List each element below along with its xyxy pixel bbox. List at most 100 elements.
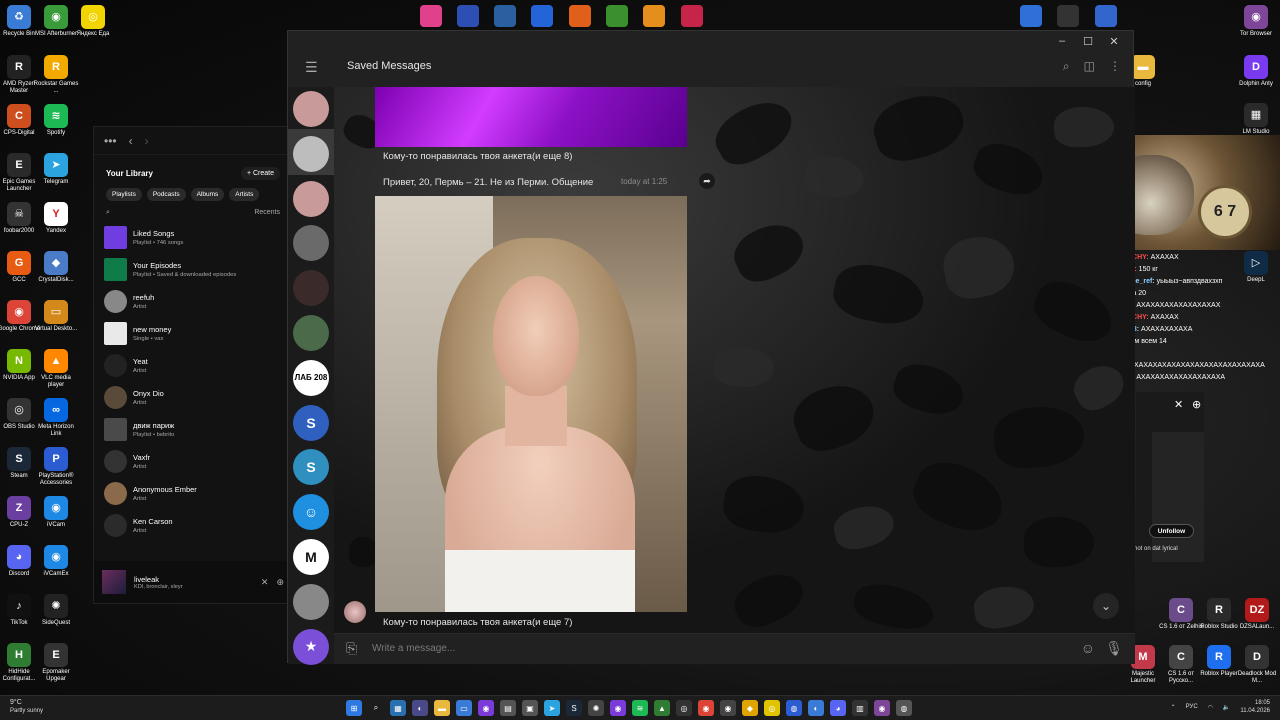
list-item[interactable]: new money Single • vax (104, 317, 282, 349)
top-right-app-icon-2[interactable] (1057, 5, 1079, 27)
taskbar-app-21-icon[interactable]: ◍ (786, 700, 802, 716)
avatar-chat-2[interactable] (293, 135, 329, 172)
taskbar-app-13-icon[interactable]: ◉ (610, 700, 626, 716)
overlay-add-icon[interactable]: ⊕ (1192, 398, 1201, 411)
attach-icon[interactable]: ⎘ (346, 640, 357, 657)
top-app-icon-8[interactable] (681, 5, 703, 27)
windows-start-icon[interactable]: ⊞ (346, 700, 362, 716)
taskbar-app-15-icon[interactable]: ▲ (654, 700, 670, 716)
chrome-taskbar-icon[interactable]: ◉ (698, 700, 714, 716)
list-item[interactable]: Yeat Artist (104, 349, 282, 381)
avatar-chat-4[interactable] (293, 225, 329, 262)
search-icon[interactable]: ⌕ (368, 700, 384, 716)
add-icon[interactable]: ⊕ (276, 577, 284, 588)
close-icon[interactable]: ✕ (261, 577, 269, 588)
taskbar-clock[interactable]: 18:05 11.04.2026 (1240, 699, 1270, 715)
sidequest-shortcut[interactable]: ✺ SideQuest (33, 594, 79, 627)
list-item[interactable]: reefuh Artist (104, 285, 282, 317)
avatar-chat-3[interactable] (293, 180, 329, 217)
deadlock-mod-shortcut[interactable]: D Deadlock Mod M... (1234, 645, 1280, 685)
taskbar-app-6-icon[interactable]: ▭ (456, 700, 472, 716)
spotify-shortcut[interactable]: ≋ Spotify (33, 104, 79, 137)
tor-browser-shortcut[interactable]: ◉ Tor Browser (1233, 5, 1279, 38)
language-indicator[interactable]: РУС (1186, 704, 1198, 710)
emoji-icon[interactable]: ☺ (1081, 640, 1095, 656)
top-right-app-icon-3[interactable] (1095, 5, 1117, 27)
filter-chip-albums[interactable]: Albums (190, 188, 225, 201)
steam-taskbar-icon[interactable]: S (566, 700, 582, 716)
crystaldisk-shortcut[interactable]: ◆ CrystalDisk... (33, 251, 79, 284)
rockstar-games-shortcut[interactable]: R Rockstar Games ... (33, 55, 79, 95)
top-app-icon-6[interactable] (606, 5, 628, 27)
discord-taskbar-icon[interactable]: ◕ (830, 700, 846, 716)
create-button[interactable]: + Create (240, 167, 280, 180)
avatar-chat-5[interactable] (293, 270, 329, 307)
taskbar-app-20-icon[interactable]: ◎ (764, 700, 780, 716)
close-window-icon[interactable]: ✕ (1101, 33, 1127, 49)
wifi-icon[interactable]: ◠ (1208, 704, 1213, 711)
taskbar-app-22-icon[interactable]: ◐ (808, 700, 824, 716)
top-app-icon-3[interactable] (494, 5, 516, 27)
overlay-close-icon[interactable]: ✕ (1174, 398, 1183, 411)
list-item[interactable]: Onyx Dio Artist (104, 381, 282, 413)
taskbar-app-7-icon[interactable]: ◉ (478, 700, 494, 716)
vlc-shortcut[interactable]: ▲ VLC media player (33, 349, 79, 389)
library-search-icon[interactable]: ⌕ (106, 209, 110, 217)
telegram-shortcut[interactable]: ➤ Telegram (33, 153, 79, 186)
list-item[interactable]: движ париж Playlist • bebrito (104, 413, 282, 445)
top-right-app-icon-1[interactable] (1020, 5, 1042, 27)
sender-avatar[interactable] (344, 601, 366, 623)
back-arrow-icon[interactable]: ‹ (129, 134, 133, 148)
filter-chip-artists[interactable]: Artists (229, 188, 260, 201)
file-explorer-icon[interactable]: ▬ (434, 700, 450, 716)
taskbar-app-8-icon[interactable]: ▤ (500, 700, 516, 716)
message-photo[interactable] (375, 196, 687, 612)
microphone-icon[interactable]: 🎙 (1105, 640, 1123, 657)
top-app-icon-5[interactable] (569, 5, 591, 27)
sort-recents[interactable]: Recents (254, 209, 280, 217)
list-item[interactable]: Anonymous Ember Artist (104, 477, 282, 509)
avatar-chat-11[interactable] (293, 583, 329, 620)
hamburger-menu-icon[interactable]: ☰ (305, 59, 318, 76)
top-app-icon-4[interactable] (531, 5, 553, 27)
epomaker-shortcut[interactable]: E Epomaker Upgear (33, 643, 79, 683)
top-app-icon-7[interactable] (643, 5, 665, 27)
widgets-icon[interactable]: ▦ (390, 700, 406, 716)
more-vertical-icon[interactable]: ⋮ (1109, 59, 1121, 74)
top-app-icon-2[interactable] (457, 5, 479, 27)
taskbar-app-16-icon[interactable]: ◎ (676, 700, 692, 716)
tray-chevron-icon[interactable]: ⌃ (1171, 704, 1176, 711)
tor-taskbar-icon[interactable]: ◉ (874, 700, 890, 716)
avatar-chat-star[interactable]: ★ (293, 628, 329, 665)
avatar-chat-1[interactable] (293, 91, 329, 127)
list-item[interactable]: Vaxfr Artist (104, 445, 282, 477)
sidebar-toggle-icon[interactable]: ◫ (1084, 59, 1095, 74)
top-app-icon-1[interactable] (420, 5, 442, 27)
copilot-icon[interactable]: ◐ (412, 700, 428, 716)
taskbar-app-24-icon[interactable]: ▥ (852, 700, 868, 716)
filter-chip-playlists[interactable]: Playlists (106, 188, 142, 201)
filter-chip-podcasts[interactable]: Podcasts (146, 188, 186, 201)
avatar-chat-6[interactable] (293, 315, 329, 351)
yandex-eda-shortcut[interactable]: ◎ Яндекс Еда (70, 5, 116, 38)
taskbar-app-18-icon[interactable]: ◉ (720, 700, 736, 716)
dolphin-anty-shortcut[interactable]: D Dolphin Anty (1233, 55, 1279, 88)
weather-widget[interactable]: 9°C Partly sunny (10, 699, 43, 715)
taskbar-app-9-icon[interactable]: ▣ (522, 700, 538, 716)
forward-arrow-icon[interactable]: › (145, 134, 149, 148)
avatar-chat-bot[interactable]: ☺ (293, 494, 329, 531)
avatar-chat-m[interactable]: M (293, 539, 329, 575)
virtual-desktop-shortcut[interactable]: ▭ Virtual Deskto... (33, 300, 79, 333)
volume-icon[interactable]: 🔈 (1223, 704, 1230, 711)
telegram-taskbar-icon[interactable]: ➤ (544, 700, 560, 716)
search-icon[interactable]: ⌕ (1063, 59, 1070, 74)
meta-horizon-shortcut[interactable]: ∞ Meta Horizon Link (33, 398, 79, 438)
taskbar-app-19-icon[interactable]: ◆ (742, 700, 758, 716)
ivcamex-shortcut[interactable]: ◉ iVCamEx (33, 545, 79, 578)
taskbar-app-12-icon[interactable]: ✺ (588, 700, 604, 716)
avatar-chat-lab208[interactable]: ЛАБ 208 (293, 359, 329, 396)
list-item[interactable]: Ken Carson Artist (104, 509, 282, 541)
spotify-taskbar-icon[interactable]: ≋ (632, 700, 648, 716)
scroll-down-icon[interactable]: ⌄ (1093, 593, 1119, 619)
avatar-chat-s1[interactable]: S (293, 404, 329, 441)
